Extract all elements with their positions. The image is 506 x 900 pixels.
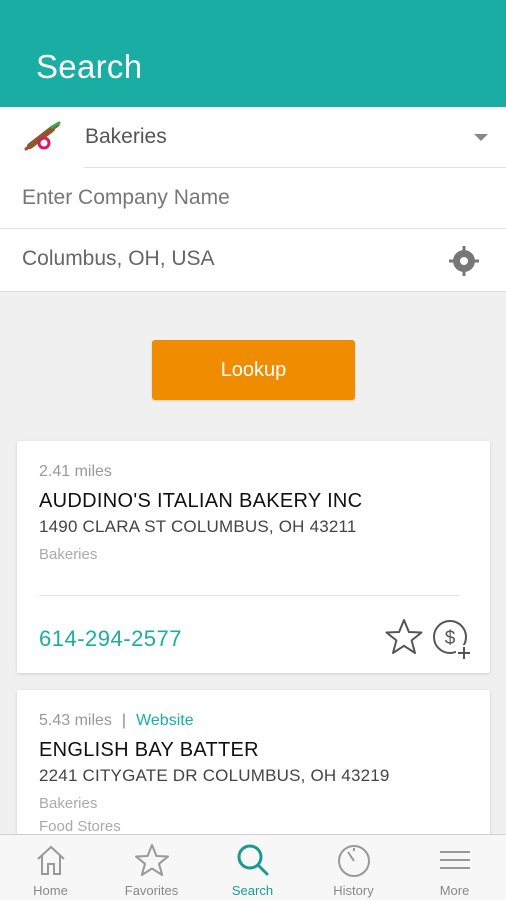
business-address: 2241 CITYGATE DR COLUMBUS, OH 43219	[39, 766, 390, 785]
home-icon	[36, 845, 65, 875]
tab-favorites[interactable]: Favorites	[101, 835, 202, 900]
page-title: Search	[36, 48, 143, 85]
add-price-icon[interactable]: $	[432, 617, 472, 661]
distance: 5.43 miles	[39, 712, 112, 729]
tab-label: Favorites	[124, 883, 179, 898]
business-name: AUDDINO'S ITALIAN BAKERY INC	[39, 490, 363, 512]
divider	[39, 595, 460, 596]
website-link[interactable]: Website	[136, 712, 194, 729]
location-input[interactable]: Columbus, OH, USA	[22, 247, 422, 271]
company-name-input[interactable]	[22, 186, 422, 210]
company-row	[0, 168, 506, 229]
tab-home[interactable]: Home	[0, 835, 101, 900]
category-select[interactable]: Bakeries	[0, 107, 506, 168]
tab-history[interactable]: History	[303, 835, 404, 900]
business-name: ENGLISH BAY BATTER	[39, 739, 259, 761]
business-category: Bakeries	[39, 546, 98, 563]
history-icon	[337, 845, 370, 877]
distance: 2.41 miles	[39, 463, 112, 480]
tab-search[interactable]: Search	[202, 835, 303, 900]
distance-line: 5.43 miles | Website	[39, 712, 194, 730]
phone-link[interactable]: 614-294-2577	[39, 626, 182, 652]
menu-icon	[439, 851, 470, 869]
svg-text:$: $	[445, 628, 456, 649]
tab-label: More	[439, 883, 470, 898]
favorite-star-icon[interactable]	[384, 617, 424, 657]
locate-icon[interactable]	[448, 245, 480, 277]
category-label: Bakeries	[85, 125, 167, 148]
tab-label: Home	[33, 883, 68, 898]
search-icon	[237, 844, 268, 876]
business-category: Bakeries	[39, 795, 98, 812]
business-category: Food Stores	[39, 818, 121, 835]
location-row: Columbus, OH, USA	[0, 229, 506, 290]
star-icon	[134, 844, 169, 876]
chevron-down-icon	[474, 134, 488, 141]
tab-bar: Home Favorites Search History More	[0, 834, 506, 900]
result-card[interactable]: 2.41 miles AUDDINO'S ITALIAN BAKERY INC …	[17, 441, 490, 673]
rolling-pin-icon	[24, 121, 61, 151]
lookup-button[interactable]: Lookup	[152, 340, 355, 400]
business-address: 1490 CLARA ST COLUMBUS, OH 43211	[39, 517, 357, 536]
tab-more[interactable]: More	[404, 835, 505, 900]
tab-label: Search	[231, 883, 274, 898]
separator: |	[121, 712, 127, 729]
tab-label: History	[333, 883, 374, 898]
app-header: Search	[0, 0, 506, 107]
search-form: Bakeries Columbus, OH, USA	[0, 107, 506, 292]
